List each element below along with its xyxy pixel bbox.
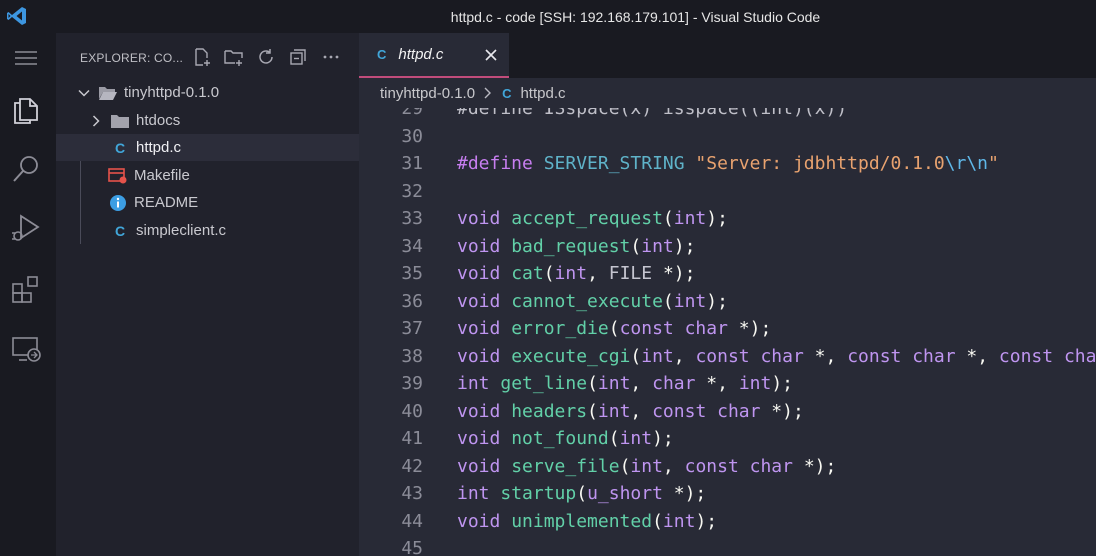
code-text: void bad_request(int); [457,235,696,257]
new-file-icon[interactable] [191,46,213,68]
code-text: void execute_cgi(int, const char *, cons… [457,345,1096,367]
makefile-icon [108,167,128,185]
code-text: #define ISspace(x) isspace((int)(x)) [457,108,848,119]
tree-file-readme[interactable]: README [56,189,359,216]
code-line[interactable]: 38 void execute_cgi(int, const char *, co… [359,343,1096,371]
c-file-icon: C [114,139,126,156]
chevron-down-icon [76,85,92,101]
line-number: 40 [401,400,423,422]
c-file-icon: C [502,85,512,101]
code-line[interactable]: 42 void serve_file(int, const char *); [359,453,1096,481]
tab-label: httpd.c [398,46,444,63]
line-number: 32 [401,180,423,202]
explorer-icon[interactable] [8,91,44,127]
code-text: int get_line(int, char *, int); [457,373,794,394]
line-number: 31 [401,153,423,174]
code-line[interactable]: 32 [359,178,1096,206]
code-text: #define SERVER_STRING "Server: jdbhttpd/… [457,153,999,174]
c-file-icon: C [377,47,387,62]
collapse-all-icon[interactable] [287,46,309,68]
run-debug-icon[interactable] [8,210,44,246]
code-line[interactable]: 33 void accept_request(int); [359,205,1096,233]
code-line[interactable]: 36 void cannot_execute(int); [359,288,1096,316]
folder-open-icon [98,84,118,102]
code-line[interactable]: 39 int get_line(int, char *, int); [359,370,1096,398]
refresh-icon[interactable] [255,46,277,68]
tree-item-label: Makefile [134,167,190,184]
code-line[interactable]: 40 void headers(int, const char *); [359,398,1096,426]
line-number: 30 [401,125,423,147]
code-line[interactable]: 34 void bad_request(int); [359,233,1096,261]
code-text: void accept_request(int); [457,208,728,229]
extensions-icon[interactable] [8,271,44,307]
tree-file-makefile[interactable]: Makefile [56,162,359,189]
code-line[interactable]: 43 int startup(u_short *); [359,480,1096,508]
code-line[interactable]: 45 [359,535,1096,556]
tree-file-simpleclient-c[interactable]: C simpleclient.c [56,217,359,244]
close-icon[interactable] [482,46,500,64]
search-icon[interactable] [8,151,44,187]
info-icon [108,194,128,212]
code-line[interactable]: 44 void unimplemented(int); [359,508,1096,536]
code-text: int startup(u_short *); [457,483,707,504]
tree-folder-htdocs[interactable]: htdocs [56,107,359,134]
more-actions-icon[interactable] [320,46,342,68]
code-editor[interactable]: 29 #define ISspace(x) isspace((int)(x)) 30… [359,108,1096,556]
remote-explorer-icon[interactable] [8,331,44,367]
tree-folder-root[interactable]: tinyhttpd-0.1.0 [56,79,359,106]
code-text: void serve_file(int, const char *); [457,455,837,477]
explorer-header: EXPLORER: CO... [56,33,359,77]
activity-bar [0,33,56,556]
line-number: 35 [401,263,423,284]
chevron-right-icon [483,87,493,99]
line-number: 39 [401,373,423,394]
c-file-icon: C [114,222,126,239]
line-number: 34 [401,235,423,257]
explorer-sidebar: EXPLORER: CO... tinyhttpd-0.1.0 htdocs C… [56,33,359,556]
line-number: 37 [401,318,423,339]
code-text: void error_die(const char *); [457,318,772,339]
line-number: 42 [401,455,423,477]
editor-tab-bar: C httpd.c [359,33,1096,78]
breadcrumb: tinyhttpd-0.1.0 C httpd.c [359,78,1096,108]
folder-icon [110,112,130,130]
code-line[interactable]: 30 [359,123,1096,151]
code-text: void cat(int, FILE *); [457,263,696,284]
line-number: 41 [401,428,423,449]
line-number: 33 [401,208,423,229]
menu-icon[interactable] [8,40,44,76]
breadcrumb-file[interactable]: httpd.c [520,85,565,102]
line-number: 36 [401,290,423,312]
code-line[interactable]: 29 #define ISspace(x) isspace((int)(x)) [359,108,1096,123]
title-bar: httpd.c - code [SSH: 192.168.179.101] - … [0,0,1096,33]
line-number: 45 [401,538,423,556]
code-text: void cannot_execute(int); [457,290,728,312]
line-number: 38 [401,345,423,367]
line-number: 29 [401,108,423,119]
tree-item-label: simpleclient.c [136,222,227,239]
code-text: void headers(int, const char *); [457,400,804,422]
code-text: void unimplemented(int); [457,510,718,532]
tab-httpd-c[interactable]: C httpd.c [359,33,509,78]
code-line[interactable]: 37 void error_die(const char *); [359,315,1096,343]
breadcrumb-folder[interactable]: tinyhttpd-0.1.0 [380,85,475,102]
chevron-right-icon [88,113,104,129]
tree-item-label: httpd.c [136,139,182,156]
tree-item-label: README [134,194,199,211]
explorer-title: EXPLORER: CO... [80,51,184,65]
code-line[interactable]: 41 void not_found(int); [359,425,1096,453]
tree-file-httpd-c[interactable]: C httpd.c [56,134,359,161]
tree-item-label: tinyhttpd-0.1.0 [124,84,220,101]
line-number: 43 [401,483,423,504]
window-title: httpd.c - code [SSH: 192.168.179.101] - … [450,9,821,25]
tree-item-label: htdocs [136,112,181,129]
code-line[interactable]: 35 void cat(int, FILE *); [359,260,1096,288]
code-line[interactable]: 31 #define SERVER_STRING "Server: jdbhttp… [359,150,1096,178]
code-text: void not_found(int); [457,428,674,449]
line-number: 44 [401,510,423,532]
new-folder-icon[interactable] [223,46,245,68]
